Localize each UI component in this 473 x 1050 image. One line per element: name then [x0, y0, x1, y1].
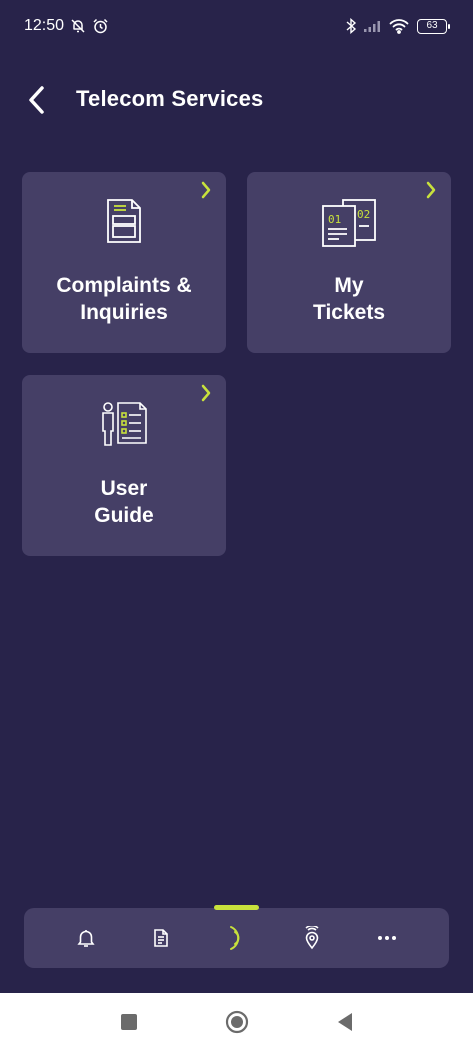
- bottom-nav: [24, 905, 449, 968]
- nav-more[interactable]: [367, 918, 407, 958]
- system-nav-bar: [0, 993, 473, 1050]
- status-left: 12:50: [24, 17, 109, 35]
- nav-documents[interactable]: [141, 918, 181, 958]
- card-label-line1: My: [334, 274, 364, 297]
- card-label-line1: Complaints &: [56, 274, 192, 297]
- home-button[interactable]: [222, 1007, 252, 1037]
- wifi-icon: [389, 18, 409, 34]
- card-label-line1: User: [100, 477, 148, 500]
- svg-text:01: 01: [328, 213, 341, 226]
- nav-notifications[interactable]: [66, 918, 106, 958]
- battery-level: 63: [426, 20, 438, 31]
- bell-off-icon: [70, 18, 86, 34]
- card-complaints-inquiries[interactable]: Complaints & Inquiries: [22, 172, 226, 353]
- signal-icon: [363, 19, 383, 33]
- back-triangle-icon: [337, 1012, 352, 1031]
- card-label: My Tickets: [255, 272, 443, 326]
- svg-text:02: 02: [357, 208, 370, 221]
- nav-telecom-services[interactable]: [216, 918, 256, 958]
- signal-wave-icon: [230, 926, 240, 950]
- card-label-line2: Tickets: [313, 301, 385, 324]
- recents-square-icon: [120, 1013, 137, 1030]
- card-label: User Guide: [30, 475, 218, 529]
- notifications-bell-icon: [77, 930, 95, 947]
- form-document-icon: [22, 196, 226, 246]
- location-signal-icon: [305, 926, 319, 950]
- back-arrow-icon: [29, 86, 44, 114]
- page-title: Telecom Services: [76, 86, 264, 111]
- tickets-icon: 01 02: [247, 196, 451, 248]
- card-my-tickets[interactable]: 01 02 My Tickets: [247, 172, 451, 353]
- nav-location[interactable]: [292, 918, 332, 958]
- system-back-button[interactable]: [330, 1007, 360, 1037]
- more-dots-icon: [378, 936, 397, 940]
- status-bar: 12:50 63: [0, 0, 473, 52]
- recents-button[interactable]: [114, 1007, 144, 1037]
- battery-icon: 63: [417, 18, 450, 34]
- card-user-guide[interactable]: User Guide: [22, 375, 226, 556]
- active-tab-indicator: [214, 905, 259, 910]
- user-guide-icon: [22, 399, 226, 451]
- card-label-line2: Guide: [94, 504, 154, 527]
- alarm-icon: [92, 18, 109, 35]
- home-circle-icon: [225, 1010, 248, 1033]
- document-icon: [154, 929, 168, 947]
- bluetooth-icon: [345, 18, 357, 34]
- header: Telecom Services: [0, 72, 473, 128]
- card-label-line2: Inquiries: [80, 301, 168, 324]
- status-time: 12:50: [24, 17, 65, 34]
- back-button[interactable]: [20, 82, 54, 118]
- card-label: Complaints & Inquiries: [30, 272, 218, 326]
- status-right: 63: [345, 18, 450, 34]
